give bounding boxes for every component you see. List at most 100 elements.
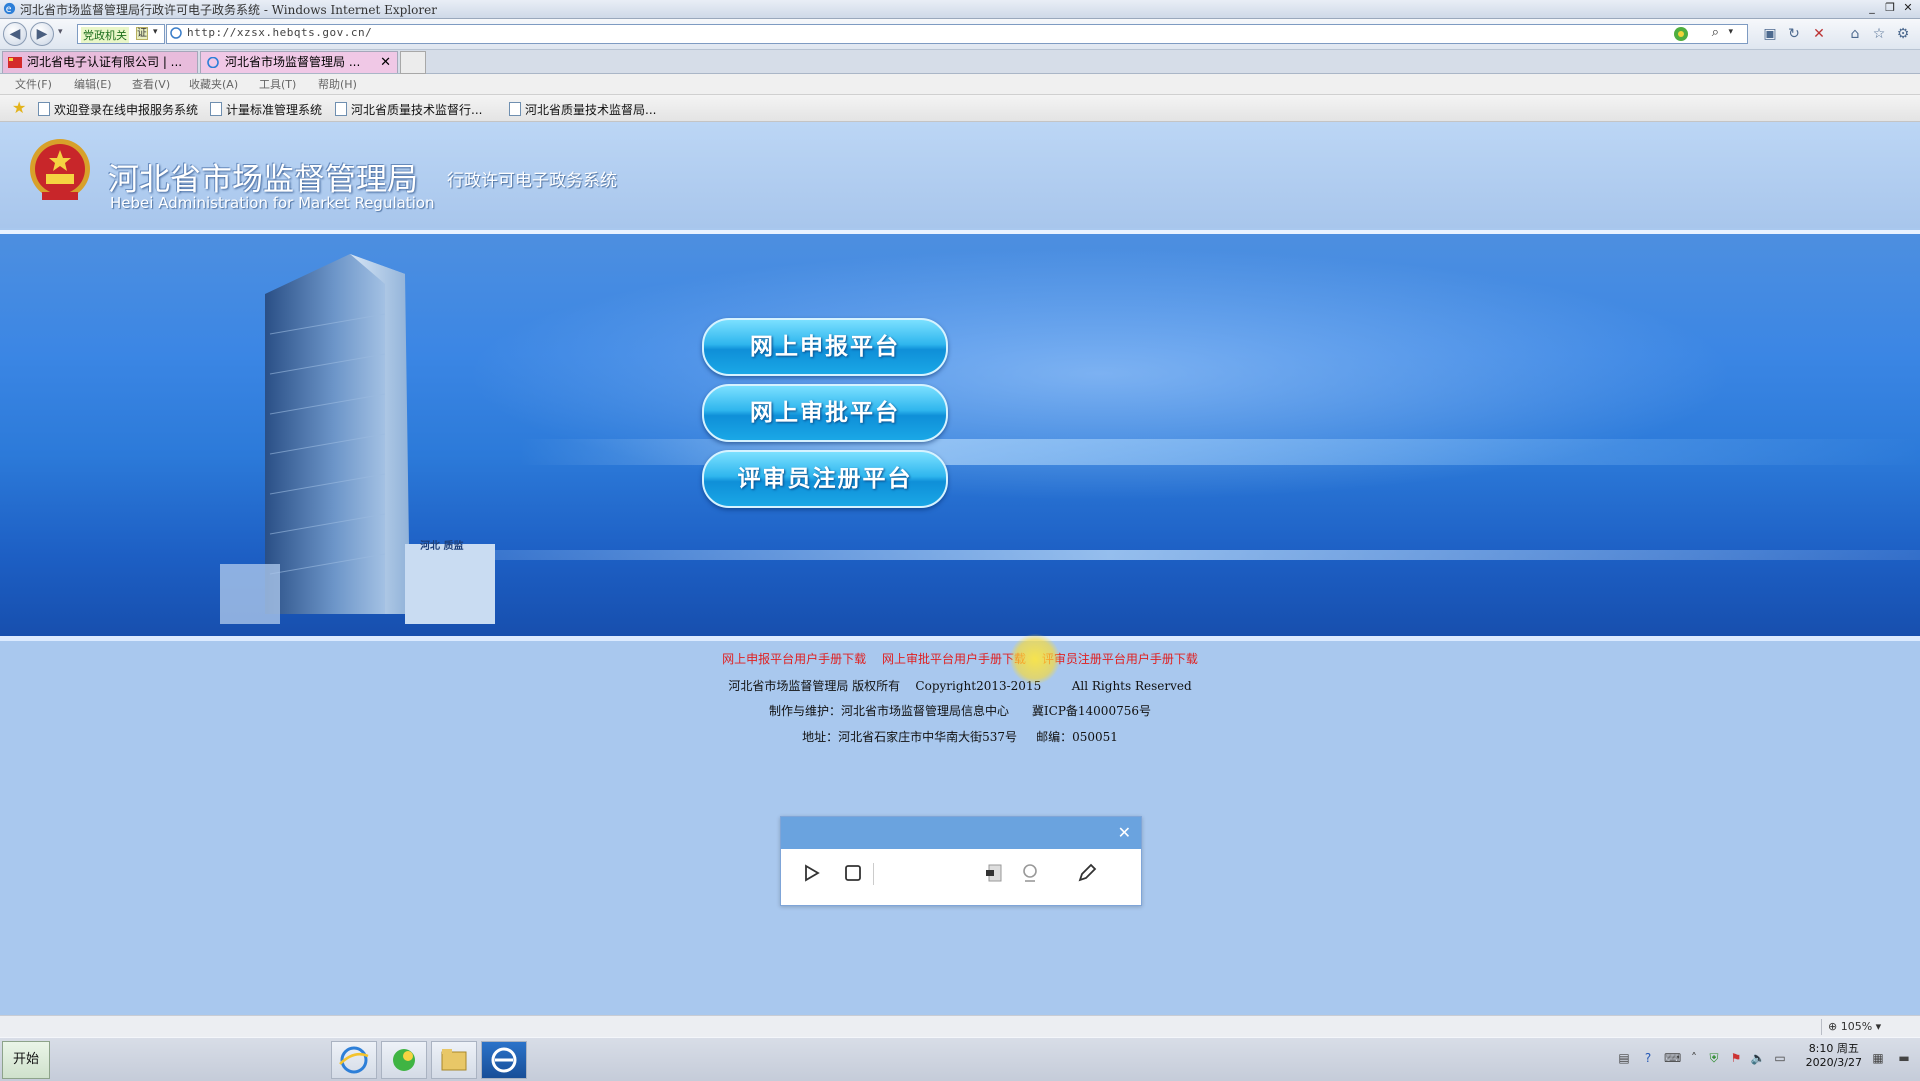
start-button[interactable]: 开始 [2, 1041, 50, 1079]
camera-toggle-icon[interactable] [983, 861, 1007, 885]
forward-button[interactable]: ▶ [30, 22, 54, 46]
menu-bar: 文件(F) 编辑(E) 查看(V) 收藏夹(A) 工具(T) 帮助(H) [0, 74, 1920, 95]
window-title-bar: e 河北省市场监督管理局行政许可电子政务系统 - Windows Interne… [0, 0, 1920, 19]
maximize-button[interactable]: ❐ [1882, 1, 1898, 15]
menu-favorites[interactable]: 收藏夹(A) [189, 76, 238, 92]
site-tagline: 行政许可电子政务系统 [447, 171, 617, 191]
gov-badge-label: 党政机关 [81, 27, 129, 43]
tools-gear-icon[interactable]: ⚙ [1894, 25, 1912, 43]
windows-taskbar: 开始 ▤ ? ⌨ ˄ ⛨ ⚑ 🔈 ▭ 8:10 周五 2020/3/27 ▦ ▬ [0, 1037, 1920, 1081]
tray-network-icon[interactable]: ▤ [1616, 1050, 1632, 1066]
site-header: 河北省市场监督管理局 Hebei Administration for Mark… [0, 122, 1920, 228]
browser-status-bar: ⊕ 105% ▾ [0, 1015, 1920, 1038]
history-dropdown-icon[interactable]: ▾ [58, 27, 63, 37]
close-window-button[interactable]: ✕ [1900, 1, 1916, 15]
taskbar-ie-icon[interactable] [331, 1041, 377, 1079]
tray-flag-icon[interactable]: ⚑ [1728, 1050, 1744, 1066]
taskbar-qq-browser-icon[interactable] [381, 1041, 427, 1079]
show-desktop-icon[interactable]: ▬ [1896, 1050, 1912, 1066]
gov-site-badge[interactable]: 党政机关 证 ▾ [77, 24, 165, 44]
menu-help[interactable]: 帮助(H) [318, 76, 357, 92]
tray-volume-icon[interactable]: 🔈 [1750, 1050, 1766, 1066]
fav-online-declaration[interactable]: 欢迎登录在线申报服务系统 [38, 101, 198, 118]
declaration-manual-link[interactable]: 网上申报平台用户手册下载 [722, 652, 866, 666]
tray-security-icon[interactable]: ⛨ [1706, 1050, 1722, 1066]
gov-badge-mark: 证 [136, 27, 148, 40]
national-emblem-icon [30, 139, 90, 200]
window-title: 河北省市场监督管理局行政许可电子政务系统 - Windows Internet … [20, 3, 437, 17]
navigation-bar: ◀ ▶ ▾ 党政机关 证 ▾ http://xzsx.hebqts.gov.cn… [0, 19, 1920, 50]
ie-favicon-icon [207, 57, 219, 68]
stop-square-icon[interactable] [841, 861, 865, 885]
tab-market-regulation[interactable]: 河北省市场监督管理局 ... ✕ [200, 51, 398, 73]
zoom-level[interactable]: ⊕ 105% ▾ [1821, 1019, 1898, 1035]
hero-banner: 河北 质监 网上申报平台 网上审批平台 评审员注册平台 [0, 230, 1920, 641]
fav-metrology[interactable]: 计量标准管理系统 [210, 101, 322, 118]
tray-show-hidden-icon[interactable]: ˄ [1686, 1050, 1702, 1066]
badge-dropdown-icon: ▾ [153, 27, 158, 37]
tab-close-icon[interactable]: ✕ [380, 52, 391, 73]
tab-hebei-ca[interactable]: 河北省电子认证有限公司 | ... [2, 51, 198, 73]
svg-text:e: e [6, 4, 12, 15]
clock-date: 2020/3/27 [1805, 1056, 1862, 1069]
pen-annotate-icon[interactable] [1075, 861, 1099, 885]
clock-time: 8:10 周五 [1808, 1042, 1859, 1055]
recorder-close-icon[interactable]: ✕ [1118, 823, 1131, 842]
taskbar-explorer-folder-icon[interactable] [431, 1041, 477, 1079]
address-dropdown-icon[interactable]: ▾ [1728, 27, 1733, 37]
tab-bar: 河北省电子认证有限公司 | ... 河北省市场监督管理局 ... ✕ [0, 50, 1920, 74]
fav-quality-bureau[interactable]: 河北省质量技术监督局... [509, 101, 656, 118]
reviewer-registration-platform-button[interactable]: 评审员注册平台 [702, 450, 948, 508]
favorites-star-icon[interactable]: ☆ [1870, 25, 1888, 43]
page-icon [210, 102, 222, 116]
compatibility-icon[interactable] [1673, 26, 1689, 42]
online-declaration-platform-button[interactable]: 网上申报平台 [702, 318, 948, 376]
menu-edit[interactable]: 编辑(E) [74, 76, 112, 92]
site-title: 河北省市场监督管理局 [108, 162, 418, 198]
tray-help-icon[interactable]: ? [1640, 1050, 1656, 1066]
play-icon[interactable] [799, 861, 823, 885]
back-button[interactable]: ◀ [3, 22, 27, 46]
screen-recorder-toolbar: ✕ [780, 816, 1142, 906]
minimize-button[interactable]: _ [1864, 1, 1880, 15]
refresh-icon[interactable]: ↻ [1785, 25, 1803, 43]
office-building-image [220, 254, 495, 624]
flag-favicon-icon [8, 57, 22, 68]
manual-links: 网上申报平台用户手册下载 网上审批平台用户手册下载 评审员注册平台用户手册下载 [0, 650, 1920, 667]
icp-number: 冀ICP备14000756号 [1031, 704, 1151, 718]
page-icon [335, 102, 347, 116]
new-tab-button[interactable] [400, 51, 426, 74]
search-icon[interactable]: ⌕ [1712, 25, 1719, 40]
ie-icon: e [3, 2, 16, 15]
page-icon [38, 102, 50, 116]
site-subtitle: Hebei Administration for Market Regulati… [110, 194, 435, 212]
approval-manual-link[interactable]: 网上审批平台用户手册下载 [882, 652, 1026, 666]
recorder-header: ✕ [781, 817, 1141, 849]
tray-action-center-icon[interactable]: ▦ [1870, 1050, 1886, 1066]
fav-quality-admin[interactable]: 河北省质量技术监督行... [335, 101, 482, 118]
webcam-icon[interactable] [1019, 861, 1043, 885]
taskbar-ie-active-icon[interactable] [481, 1041, 527, 1079]
maintainer-line: 制作与维护：河北省市场监督管理局信息中心 冀ICP备14000756号 [769, 704, 1151, 718]
tray-display-icon[interactable]: ▭ [1772, 1050, 1788, 1066]
home-icon[interactable]: ⌂ [1846, 25, 1864, 43]
building-sign: 河北 质监 [420, 541, 464, 552]
online-approval-platform-button[interactable]: 网上审批平台 [702, 384, 948, 442]
favorites-bar: ★ 欢迎登录在线申报服务系统 计量标准管理系统 河北省质量技术监督行... 河北… [0, 95, 1920, 122]
menu-tools[interactable]: 工具(T) [259, 76, 296, 92]
menu-file[interactable]: 文件(F) [15, 76, 52, 92]
reviewer-manual-link[interactable]: 评审员注册平台用户手册下载 [1042, 652, 1198, 666]
address-url: http://xzsx.hebqts.gov.cn/ [187, 26, 373, 39]
address-bar[interactable]: http://xzsx.hebqts.gov.cn/ ⌕ ▾ [166, 24, 1748, 44]
menu-view[interactable]: 查看(V) [132, 76, 170, 92]
page-icon [509, 102, 521, 116]
tab-label: 河北省市场监督管理局 ... [225, 55, 361, 69]
favorites-star-icon[interactable]: ★ [12, 98, 26, 117]
tray-keyboard-icon[interactable]: ⌨ [1664, 1050, 1681, 1066]
tab-label: 河北省电子认证有限公司 | ... [27, 55, 183, 69]
address-line: 地址：河北省石家庄市中华南大街537号 邮编：050051 [802, 730, 1118, 744]
compat-view-icon[interactable]: ▣ [1761, 25, 1779, 43]
zoom-icon: ⊕ [1828, 1020, 1841, 1033]
taskbar-clock[interactable]: 8:10 周五 2020/3/27 [1806, 1042, 1862, 1070]
stop-icon[interactable]: ✕ [1810, 25, 1828, 43]
